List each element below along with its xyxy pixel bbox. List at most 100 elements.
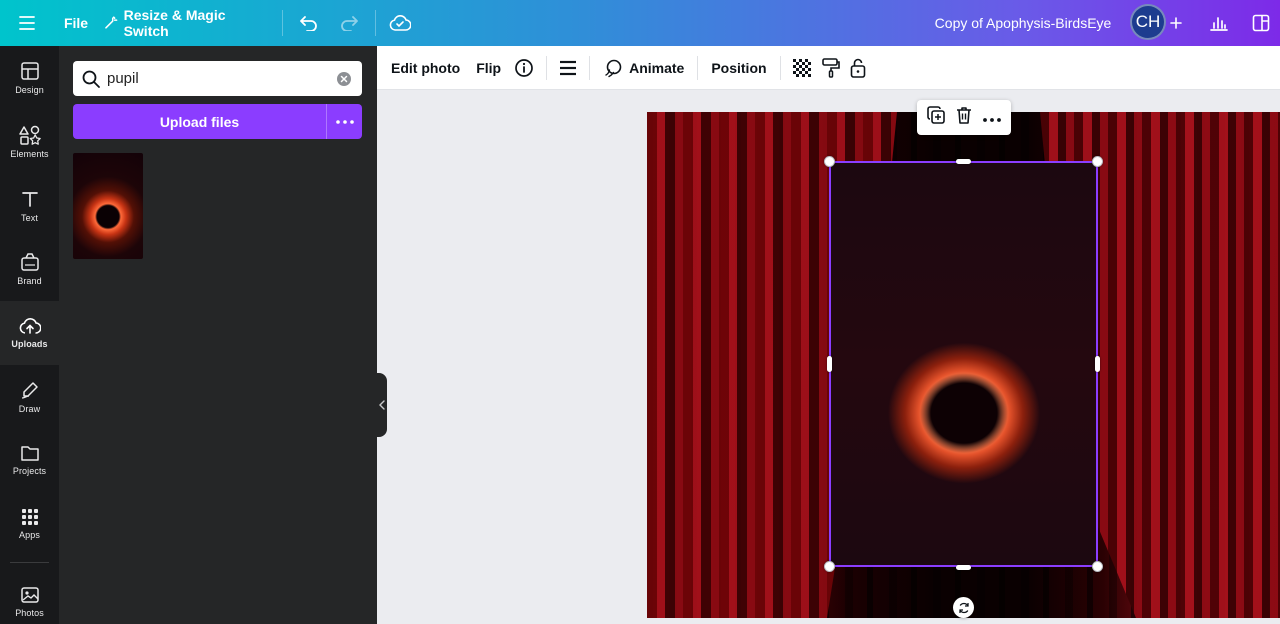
animate-button[interactable]: Animate <box>596 52 691 84</box>
toolbar-divider <box>779 55 781 80</box>
search-icon <box>82 70 100 88</box>
redo-icon <box>341 16 358 31</box>
rail-divider <box>10 562 49 563</box>
toolbar-divider <box>589 55 591 80</box>
upload-files-label: Upload files <box>159 113 240 130</box>
upload-more-options-button[interactable] <box>326 104 362 139</box>
resize-handle-top[interactable] <box>956 159 971 164</box>
file-menu-button[interactable]: File <box>56 6 96 40</box>
bar-chart-icon <box>1210 17 1228 31</box>
search-input[interactable] <box>107 70 327 87</box>
transparency-icon <box>792 58 811 77</box>
avatar-initials: CH <box>1135 12 1161 31</box>
rail-item-label: Brand <box>17 276 42 286</box>
resize-magic-switch-button[interactable]: Resize & Magic Switch <box>104 6 270 40</box>
resize-handle-top-left[interactable] <box>824 156 835 167</box>
rail-item-label: Elements <box>10 149 49 159</box>
border-style-icon <box>560 60 577 75</box>
rotate-handle[interactable] <box>953 597 974 618</box>
trash-icon <box>956 107 971 124</box>
add-collaborator-button[interactable] <box>1165 6 1187 40</box>
rail-item-text[interactable]: Text <box>0 174 59 238</box>
flip-button[interactable]: Flip <box>469 52 508 84</box>
document-title-text: Copy of Apophysis-BirdsEye <box>934 15 1112 31</box>
rail-item-photos[interactable]: Photos <box>0 570 59 624</box>
clear-search-icon[interactable] <box>336 71 352 87</box>
left-rail: Design Elements Text Brand Uploads Draw … <box>0 46 59 624</box>
more-options-button[interactable] <box>983 109 1002 127</box>
resize-handle-bottom-left[interactable] <box>824 561 835 572</box>
rail-item-brand[interactable]: Brand <box>0 237 59 301</box>
topbar-divider <box>282 10 283 36</box>
menu-button[interactable] <box>10 6 44 40</box>
animate-label: Animate <box>629 59 685 76</box>
info-button[interactable] <box>508 52 540 84</box>
rail-item-uploads[interactable]: Uploads <box>0 301 59 365</box>
top-bar: File Resize & Magic Switch Copy of Apoph… <box>0 0 1280 46</box>
hamburger-icon <box>19 16 35 30</box>
toolbar-divider <box>697 55 699 80</box>
cloud-check-icon <box>389 15 411 31</box>
more-horizontal-icon <box>983 117 1002 122</box>
rail-item-label: Draw <box>18 404 41 414</box>
lock-button[interactable] <box>845 52 871 84</box>
chevron-left-icon <box>378 400 385 410</box>
undo-icon <box>300 16 317 31</box>
folder-icon <box>20 446 39 461</box>
resize-handle-left[interactable] <box>827 356 832 372</box>
element-quick-actions <box>917 100 1011 135</box>
topbar-divider <box>375 10 376 36</box>
info-icon <box>515 58 533 77</box>
avatar[interactable]: CH <box>1130 4 1166 40</box>
rail-item-apps[interactable]: Apps <box>0 492 59 556</box>
text-icon <box>21 192 38 207</box>
uploaded-image-thumbnail[interactable] <box>73 153 143 259</box>
rotate-icon <box>958 602 969 613</box>
delete-button[interactable] <box>956 106 972 129</box>
upload-files-button-group: Upload files <box>73 104 362 139</box>
undo-button[interactable] <box>293 6 325 40</box>
upload-files-button[interactable]: Upload files <box>73 104 326 139</box>
resize-handle-bottom[interactable] <box>956 565 971 570</box>
brand-icon <box>20 253 39 271</box>
rail-item-label: Projects <box>12 466 47 476</box>
resize-handle-bottom-right[interactable] <box>1092 561 1103 572</box>
rail-item-design[interactable]: Design <box>0 46 59 110</box>
layout-icon <box>20 62 39 80</box>
rail-item-label: Photos <box>15 608 44 618</box>
resize-handle-right[interactable] <box>1095 356 1100 372</box>
share-panel-button[interactable] <box>1244 6 1278 40</box>
edit-photo-label: Edit photo <box>391 59 461 76</box>
selected-pupil-image[interactable] <box>830 162 1098 567</box>
redo-button[interactable] <box>333 6 365 40</box>
copy-style-button[interactable] <box>817 52 845 84</box>
rail-item-label: Apps <box>19 530 40 540</box>
toolbar-divider <box>546 55 548 80</box>
rail-item-projects[interactable]: Projects <box>0 428 59 492</box>
position-button[interactable]: Position <box>704 52 773 84</box>
rail-item-label: Text <box>21 213 38 223</box>
edit-photo-button[interactable]: Edit photo <box>384 52 467 84</box>
position-label: Position <box>711 59 767 76</box>
magic-sparkle-icon <box>105 16 118 29</box>
plus-icon <box>1170 17 1182 29</box>
paint-roller-icon <box>821 57 840 78</box>
rail-item-elements[interactable]: Elements <box>0 110 59 174</box>
duplicate-button[interactable] <box>926 106 945 129</box>
lock-open-icon <box>850 58 865 78</box>
document-title[interactable]: Copy of Apophysis-BirdsEye <box>928 6 1118 40</box>
image-icon <box>20 587 39 603</box>
border-style-button[interactable] <box>553 52 583 84</box>
resize-handle-top-right[interactable] <box>1092 156 1103 167</box>
transparency-button[interactable] <box>787 52 817 84</box>
grid-icon <box>21 509 38 525</box>
file-menu-label: File <box>63 15 89 31</box>
insights-button[interactable] <box>1202 6 1236 40</box>
rail-item-label: Uploads <box>11 339 48 349</box>
rail-item-draw[interactable]: Draw <box>0 365 59 429</box>
rail-item-label: Design <box>15 85 44 95</box>
cloud-upload-icon <box>19 317 41 334</box>
shapes-icon <box>18 125 41 145</box>
cloud-save-status-button[interactable] <box>384 6 416 40</box>
collapse-panel-handle[interactable] <box>376 373 387 437</box>
